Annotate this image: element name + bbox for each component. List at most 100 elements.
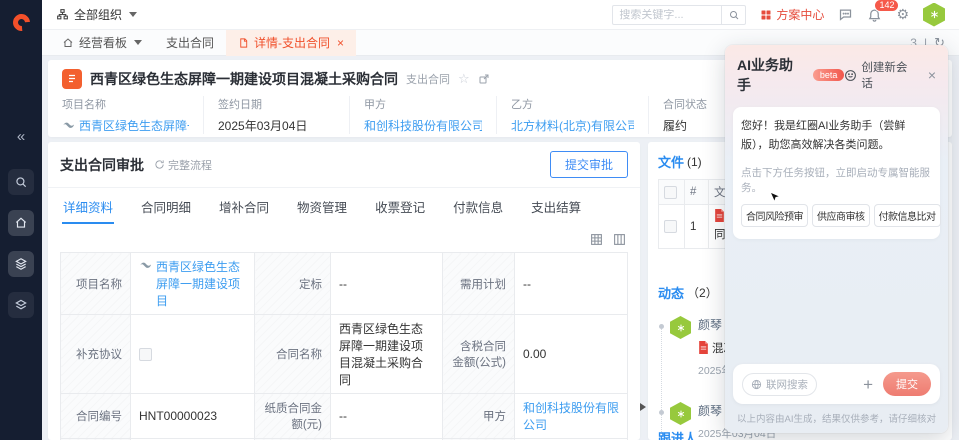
field-value <box>131 315 255 394</box>
tab-materials[interactable]: 物资管理 <box>296 190 348 224</box>
document-icon <box>238 37 249 49</box>
search-input[interactable] <box>613 9 721 21</box>
field-value: 2025年03月04日 <box>218 117 335 134</box>
field-value: -- <box>331 394 443 439</box>
tab-expense-contract-label: 支出合同 <box>166 34 214 51</box>
favorite-star-icon[interactable]: ☆ <box>458 71 470 87</box>
field-value: 西青区绿色生态屏障一期建设项目混凝土采购合同 <box>331 315 443 394</box>
org-selector[interactable]: 全部组织 <box>56 6 137 23</box>
rail-icon-list <box>0 169 42 318</box>
tab-settlement[interactable]: 支出结算 <box>530 190 582 224</box>
ai-disclaimer-text: 以上内容由AI生成，结果仅供参考，请仔细核对 <box>725 404 948 433</box>
org-tree-icon <box>56 8 69 21</box>
tab-contract-detail[interactable]: 详情-支出合同 × <box>226 30 356 56</box>
files-count: (1) <box>687 155 702 169</box>
add-attachment-icon[interactable]: + <box>863 376 873 393</box>
global-search <box>612 5 746 25</box>
activity-user[interactable]: 颜琴 <box>698 318 722 332</box>
web-search-label: 联网搜索 <box>766 377 808 392</box>
new-session-button[interactable]: 创建新会话 <box>844 59 918 91</box>
ai-assistant-panel: AI业务助手 beta 创建新会话 × 您好！我是红圈AI业务助手（尝鲜版），助… <box>725 45 948 433</box>
supplement-checkbox[interactable] <box>139 348 152 361</box>
tab-supplement[interactable]: 增补合同 <box>218 190 270 224</box>
field-label: 合同名称 <box>255 315 331 394</box>
rail-home-button[interactable] <box>8 210 34 236</box>
ai-input-bar: 联网搜索 + 提交 <box>733 364 940 404</box>
rail-search-button[interactable] <box>8 169 34 195</box>
follow-section-header: 跟进人 <box>658 428 697 440</box>
avatar[interactable] <box>670 316 691 339</box>
table-columns-icon[interactable] <box>613 233 626 246</box>
user-avatar[interactable] <box>923 3 945 27</box>
approval-tabs: 详细资料 合同明细 增补合同 物资管理 收票登记 付款信息 支出结算 <box>48 188 640 224</box>
close-icon[interactable]: × <box>928 67 936 83</box>
field-label: 签约日期 <box>218 96 335 112</box>
tab-expense-contract[interactable]: 支出合同 <box>154 30 226 56</box>
activity-user[interactable]: 颜琴 <box>698 404 722 418</box>
contract-status-value: 履约 <box>663 117 707 134</box>
grid-icon <box>760 9 772 21</box>
settings-gear-button[interactable]: ⚙ <box>896 6 909 23</box>
collapse-sidebar-icon[interactable]: « <box>0 128 42 145</box>
full-flow-link[interactable]: 完整流程 <box>154 157 212 173</box>
field-label: 定标 <box>255 253 331 315</box>
field-label: 纸质合同金额(元) <box>255 394 331 439</box>
chevron-down-icon <box>129 12 137 17</box>
field-contract-status: 合同状态 履约 <box>648 96 721 134</box>
field-label: 需用计划 <box>443 253 515 315</box>
avatar[interactable] <box>670 402 691 425</box>
tab-dashboard-label: 经营看板 <box>79 34 127 51</box>
plan-center-label: 方案中心 <box>776 6 824 23</box>
project-link[interactable]: 西青区绿色生态屏障一期建设项目 <box>156 258 246 309</box>
table-row: 项目名称 西青区绿色生态屏障一期建设项目 定标 -- 需用计划 -- <box>61 253 628 315</box>
table-grid-view-icon[interactable] <box>590 233 603 246</box>
project-link[interactable]: 西青区绿色生态屏障一... <box>79 117 189 134</box>
supplier-audit-button[interactable]: 供应商审核 <box>812 204 870 227</box>
tab-contract-detail-label: 详情-支出合同 <box>254 34 330 51</box>
web-search-toggle[interactable]: 联网搜索 <box>742 373 817 396</box>
globe-icon <box>751 379 762 390</box>
activity-count: （2） <box>687 284 718 301</box>
tab-invoice[interactable]: 收票登记 <box>374 190 426 224</box>
ai-panel-header: AI业务助手 beta 创建新会话 × <box>725 45 948 103</box>
submit-approval-button[interactable]: 提交审批 <box>550 151 628 178</box>
new-session-label: 创建新会话 <box>861 59 918 91</box>
field-label: 补充协议 <box>61 315 131 394</box>
files-title: 文件 <box>658 152 684 171</box>
rail-apps-button[interactable] <box>8 292 34 318</box>
contract-doc-icon <box>62 69 82 89</box>
tab-payment[interactable]: 付款信息 <box>452 190 504 224</box>
timeline-dot <box>659 324 664 329</box>
app-logo[interactable] <box>9 10 33 34</box>
rail-modules-button[interactable] <box>8 251 34 277</box>
tab-detail-info[interactable]: 详细资料 <box>62 190 114 224</box>
close-tab-icon[interactable]: × <box>337 36 344 50</box>
contract-risk-review-button[interactable]: 合同风险预审 <box>741 204 808 227</box>
select-all-checkbox[interactable] <box>664 186 677 199</box>
tab-contract-lines[interactable]: 合同明细 <box>140 190 192 224</box>
logo-c-icon <box>9 10 33 34</box>
open-external-icon[interactable] <box>478 73 490 85</box>
plan-center-button[interactable]: 方案中心 <box>760 6 824 23</box>
ai-submit-button[interactable]: 提交 <box>883 372 931 396</box>
tab-dashboard[interactable]: 经营看板 <box>50 30 154 56</box>
panel-collapse-handle[interactable] <box>640 403 646 411</box>
party-a-link[interactable]: 和创科技股份有限公司 <box>364 117 482 134</box>
approval-card: 支出合同审批 完整流程 提交审批 详细资料 合同明细 增补合同 物资管理 收票登… <box>48 142 640 440</box>
left-rail: « <box>0 0 42 440</box>
file-checkbox[interactable] <box>664 220 677 233</box>
party-b-link[interactable]: 北方材料(北京)有限公司廊坊... <box>511 117 634 134</box>
notification-bell-button[interactable]: 142 <box>867 7 882 22</box>
party-a-link[interactable]: 和创科技股份有限公司 <box>523 401 619 432</box>
full-flow-label: 完整流程 <box>168 157 212 173</box>
search-submit-button[interactable] <box>721 6 745 24</box>
field-project-name: 项目名称 西青区绿色生态屏障一... <box>48 96 203 134</box>
ai-welcome-card: 您好！我是红圈AI业务助手（尝鲜版），助您高效解决各类问题。 点击下方任务按钮，… <box>733 107 940 239</box>
layers-icon <box>14 257 28 271</box>
payment-info-compare-button[interactable]: 付款信息比对 <box>874 204 941 227</box>
message-button[interactable] <box>838 7 853 22</box>
topbar-right: 方案中心 142 ⚙ <box>612 3 945 27</box>
table-tools <box>48 224 640 252</box>
field-label: 合同编号 <box>61 394 131 439</box>
field-value: 北方材料(北京)有限公司廊坊... <box>511 117 634 134</box>
